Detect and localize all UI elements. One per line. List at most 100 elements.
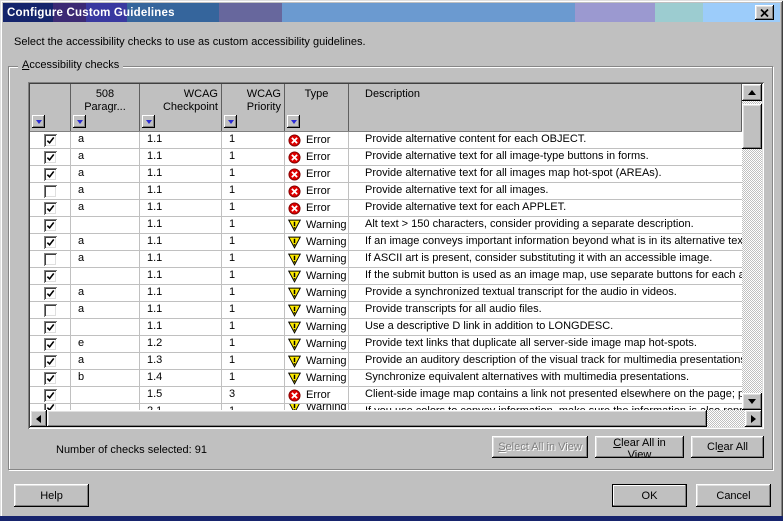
error-icon (288, 151, 301, 164)
cell-type: Error (285, 149, 349, 165)
check-icon (46, 238, 55, 247)
cell-type: Warning (285, 353, 349, 369)
filter-type-button[interactable] (287, 115, 300, 128)
row-checkbox[interactable] (44, 304, 57, 317)
filter-select-button[interactable] (32, 115, 45, 128)
cell-wcag-priority: 1 (222, 166, 285, 182)
window-bottom-edge (0, 516, 783, 521)
cell-508-paragraph: a (71, 302, 140, 318)
warning-icon (288, 219, 301, 232)
clear-all-button[interactable]: Clear All (691, 436, 764, 458)
table-row[interactable]: a1.11WarningProvide transcripts for all … (30, 302, 742, 319)
cell-type: Warning (285, 251, 349, 267)
instruction-text: Select the accessibility checks to use a… (14, 36, 366, 48)
row-checkbox[interactable] (44, 287, 57, 300)
row-checkbox[interactable] (44, 355, 57, 368)
vertical-scroll-thumb[interactable] (742, 104, 762, 149)
row-checkbox[interactable] (44, 270, 57, 283)
horizontal-scrollbar[interactable] (30, 410, 762, 427)
row-select-cell (30, 268, 71, 284)
scroll-down-button[interactable] (742, 393, 762, 410)
row-checkbox[interactable] (44, 253, 57, 266)
horizontal-scroll-thumb[interactable] (47, 410, 707, 427)
cell-type: Warning (285, 319, 349, 335)
cell-508-paragraph (71, 319, 140, 335)
row-checkbox[interactable] (44, 321, 57, 334)
type-label: Warning (306, 371, 347, 386)
table-row[interactable]: e1.21WarningProvide text links that dupl… (30, 336, 742, 353)
clear-all-in-view-button[interactable]: Clear All in View (595, 436, 684, 458)
check-icon (46, 272, 55, 281)
error-icon (288, 185, 301, 198)
row-checkbox[interactable] (44, 338, 57, 351)
cell-wcag-checkpoint: 1.1 (140, 149, 222, 165)
vertical-scrollbar[interactable] (742, 84, 762, 410)
row-checkbox[interactable] (44, 236, 57, 249)
scroll-right-button[interactable] (745, 410, 762, 427)
filter-508-button[interactable] (73, 115, 86, 128)
row-select-cell (30, 285, 71, 301)
type-label: Warning (306, 252, 347, 267)
table-row[interactable]: a1.11WarningProvide a synchronized textu… (30, 285, 742, 302)
table-row[interactable]: a1.11WarningIf an image conveys importan… (30, 234, 742, 251)
row-checkbox[interactable] (44, 219, 57, 232)
cell-wcag-checkpoint: 1.1 (140, 251, 222, 267)
row-checkbox[interactable] (44, 134, 57, 147)
header-wcag-checkpoint: WCAG Checkpoint (140, 84, 222, 131)
row-select-cell (30, 370, 71, 386)
cell-description: Provide a synchronized textual transcrip… (349, 285, 742, 301)
cell-wcag-checkpoint: 1.1 (140, 217, 222, 233)
table-row[interactable]: a1.11ErrorProvide alternative text for a… (30, 149, 742, 166)
table-row[interactable]: a1.11ErrorProvide alternative content fo… (30, 132, 742, 149)
cell-wcag-priority: 1 (222, 319, 285, 335)
down-arrow-icon (748, 399, 756, 404)
table-row[interactable]: 1.53ErrorClient-side image map contains … (30, 387, 742, 404)
row-checkbox[interactable] (44, 168, 57, 181)
check-icon (46, 204, 55, 213)
groupbox-label: Accessibility checks (18, 59, 123, 71)
warning-icon (288, 304, 301, 317)
table-row[interactable]: a1.11WarningIf ASCII art is present, con… (30, 251, 742, 268)
cell-508-paragraph: a (71, 149, 140, 165)
cell-description: Provide an auditory description of the v… (349, 353, 742, 369)
title-bar[interactable]: Configure Custom Guidelines (3, 3, 780, 22)
type-label: Error (306, 388, 330, 403)
table-row[interactable]: 1.11WarningUse a descriptive D link in a… (30, 319, 742, 336)
table-row[interactable]: a1.11ErrorProvide alternative text for a… (30, 183, 742, 200)
row-checkbox[interactable] (44, 151, 57, 164)
warning-icon (288, 321, 301, 334)
header-wcag-priority: WCAG Priority (222, 84, 285, 131)
ok-button[interactable]: OK (612, 484, 687, 507)
filter-checkpoint-button[interactable] (142, 115, 155, 128)
table-row[interactable]: a1.11ErrorProvide alternative text for e… (30, 200, 742, 217)
close-button[interactable] (755, 5, 774, 20)
cell-wcag-priority: 1 (222, 200, 285, 216)
selected-count-status: Number of checks selected: 91 (56, 444, 207, 456)
row-checkbox[interactable] (44, 202, 57, 215)
cell-508-paragraph: a (71, 234, 140, 250)
type-label: Error (306, 201, 330, 216)
help-button[interactable]: Help (14, 484, 89, 507)
row-checkbox[interactable] (44, 372, 57, 385)
scroll-up-button[interactable] (742, 84, 762, 101)
select-all-in-view-button[interactable]: Select All in View (492, 436, 588, 458)
table-row[interactable]: b1.41WarningSynchronize equivalent alter… (30, 370, 742, 387)
cell-type: Warning (285, 370, 349, 386)
check-icon (46, 221, 55, 230)
table-row[interactable]: 1.11WarningAlt text > 150 characters, co… (30, 217, 742, 234)
cell-type: Warning (285, 217, 349, 233)
cell-wcag-checkpoint: 1.2 (140, 336, 222, 352)
row-checkbox[interactable] (44, 185, 57, 198)
table-row[interactable]: 1.11WarningIf the submit button is used … (30, 268, 742, 285)
type-label: Warning (306, 303, 347, 318)
row-checkbox[interactable] (44, 389, 57, 402)
filter-priority-button[interactable] (224, 115, 237, 128)
check-icon (46, 357, 55, 366)
right-arrow-icon (751, 415, 756, 423)
table-row[interactable]: a1.31WarningProvide an auditory descript… (30, 353, 742, 370)
type-label: Warning (306, 235, 347, 250)
check-icon (46, 374, 55, 383)
table-row[interactable]: a1.11ErrorProvide alternative text for a… (30, 166, 742, 183)
scroll-left-button[interactable] (30, 410, 47, 427)
cancel-button[interactable]: Cancel (696, 484, 771, 507)
